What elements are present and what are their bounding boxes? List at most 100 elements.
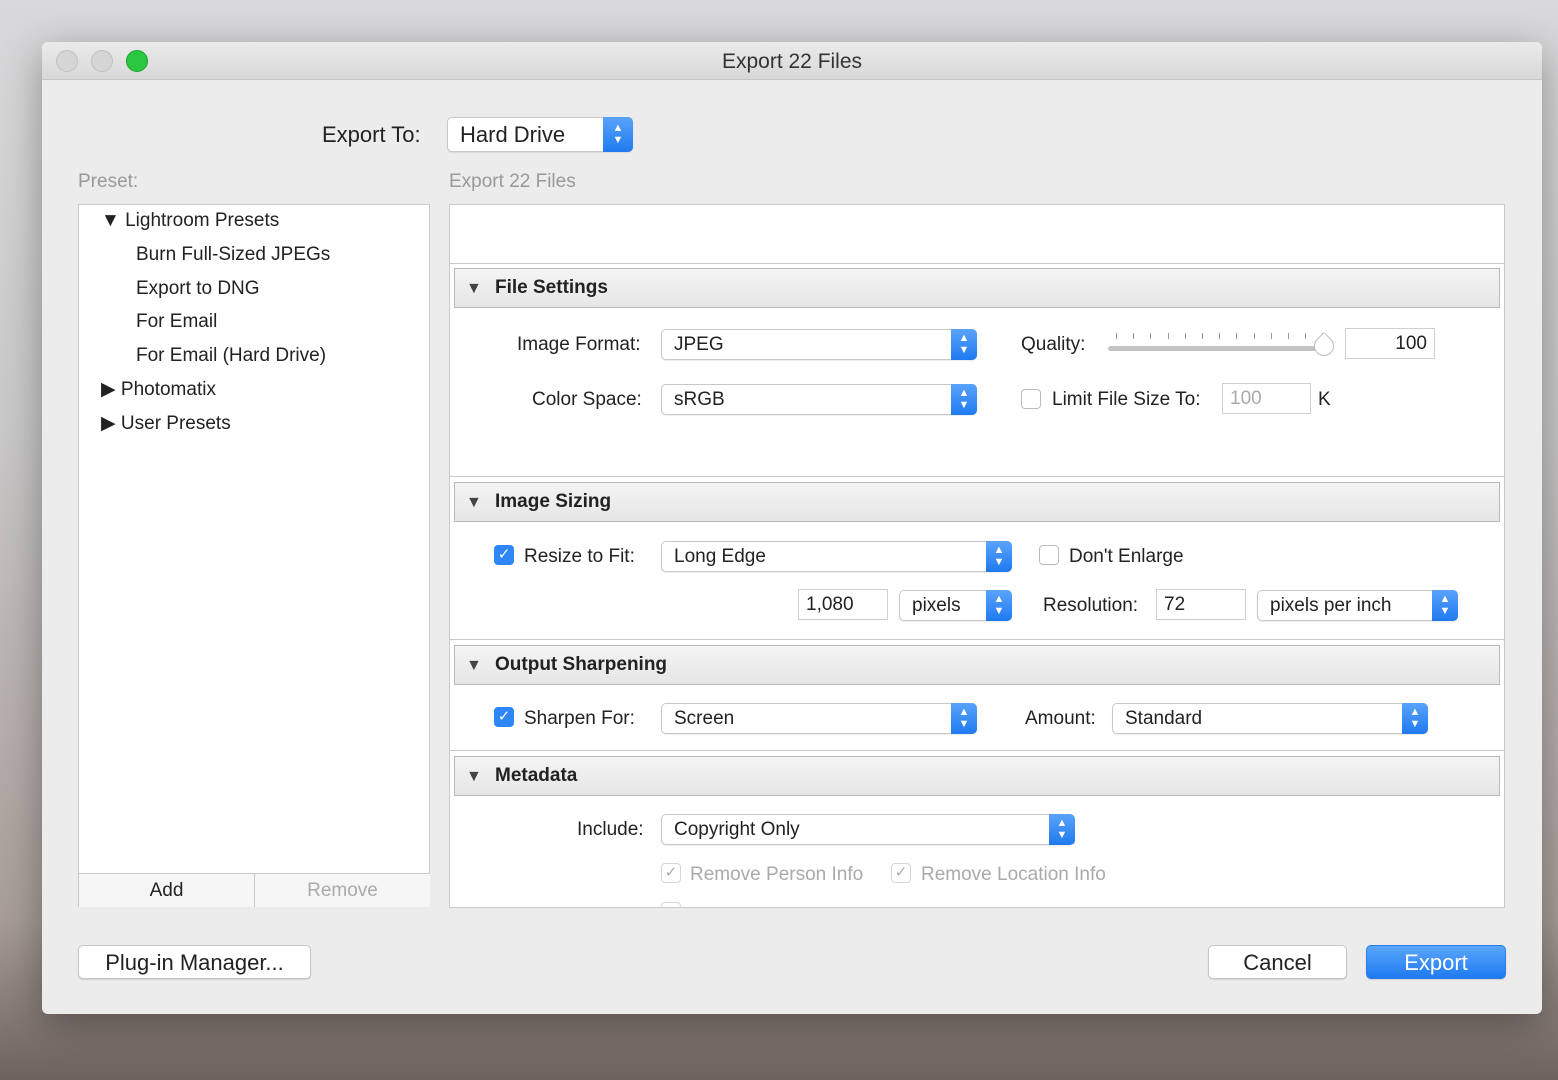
chevron-updown-icon: ▲ ▼ (1402, 703, 1428, 734)
quality-slider[interactable] (1108, 346, 1326, 351)
quality-label: Quality: (1021, 334, 1086, 355)
slider-tick (1236, 333, 1238, 339)
preset-group-label: User Presets (120, 413, 231, 434)
limit-file-size-label: Limit File Size To: (1052, 389, 1201, 410)
include-label: Include: (577, 819, 644, 840)
limit-unit: K (1318, 389, 1331, 410)
chevron-updown-icon: ▲ ▼ (951, 329, 977, 360)
dont-enlarge-checkbox[interactable] (1039, 545, 1059, 565)
preset-item[interactable]: Burn Full-Sized JPEGs (136, 244, 330, 266)
select-value: Copyright Only (674, 819, 800, 840)
include-select[interactable]: Copyright Only ▲ ▼ (661, 814, 1075, 845)
preset-item[interactable]: For Email (Hard Drive) (136, 345, 326, 367)
sharpen-for-select[interactable]: Screen ▲ ▼ (661, 703, 977, 734)
select-value: Standard (1125, 708, 1203, 729)
remove-person-checkbox[interactable]: ✓ (661, 863, 681, 883)
section-title: Metadata (495, 765, 578, 786)
amount-label: Amount: (1025, 708, 1096, 729)
chevron-updown-icon: ▲ ▼ (951, 703, 977, 734)
checkmark-icon: ✓ (497, 546, 511, 563)
dont-enlarge-label: Don't Enlarge (1069, 546, 1184, 567)
triangle-right-icon: ▶ (101, 379, 116, 400)
image-format-label: Image Format: (517, 334, 641, 355)
color-space-label: Color Space: (532, 389, 642, 410)
slider-tick (1184, 333, 1186, 339)
section-title: Image Sizing (495, 491, 612, 512)
preset-group-label: Lightroom Presets (125, 210, 280, 231)
preset-group-label: Photomatix (120, 379, 216, 400)
output-sharpening-header[interactable]: ▼ Output Sharpening (454, 645, 1500, 685)
slider-tick (1305, 333, 1307, 339)
preset-group-lightroom[interactable]: ▼ Lightroom Presets (101, 210, 279, 232)
preset-group-photomatix[interactable]: ▶ Photomatix (101, 378, 216, 401)
plugin-manager-button[interactable]: Plug-in Manager... (78, 945, 311, 979)
size-input[interactable]: 1,080 (798, 589, 888, 620)
remove-location-checkbox[interactable]: ✓ (891, 863, 911, 883)
limit-file-size-input[interactable]: 100 (1222, 383, 1311, 414)
resolution-unit-select[interactable]: pixels per inch ▲ ▼ (1257, 590, 1458, 621)
checkmark-icon: ✓ (664, 864, 678, 881)
slider-tick (1253, 333, 1255, 339)
amount-select[interactable]: Standard ▲ ▼ (1112, 703, 1428, 734)
chevron-updown-icon: ▲ ▼ (986, 541, 1012, 572)
preset-item[interactable]: For Email (136, 311, 217, 333)
select-value: Long Edge (674, 546, 766, 567)
image-sizing-header[interactable]: ▼ Image Sizing (454, 482, 1500, 522)
triangle-down-icon: ▼ (466, 768, 482, 785)
resolution-label: Resolution: (1043, 595, 1139, 616)
export-to-select[interactable]: Hard Drive ▲ ▼ (447, 117, 633, 152)
export-to-label: Export To: (322, 122, 421, 147)
resize-to-fit-label: Resize to Fit: (524, 546, 635, 567)
remove-location-label: Remove Location Info (921, 864, 1106, 885)
slider-tick (1150, 333, 1152, 339)
sharpen-for-checkbox[interactable]: ✓ (494, 707, 514, 727)
chevron-updown-icon: ▲ ▼ (986, 590, 1012, 621)
triangle-down-icon: ▼ (466, 280, 482, 297)
cancel-button[interactable]: Cancel (1208, 945, 1347, 979)
metadata-header[interactable]: ▼ Metadata (454, 756, 1500, 796)
slider-tick (1288, 333, 1289, 339)
color-space-select[interactable]: sRGB ▲ ▼ (661, 384, 977, 415)
slider-tick (1219, 333, 1221, 339)
size-unit-select[interactable]: pixels ▲ ▼ (899, 590, 1012, 621)
preset-label: Preset: (78, 171, 139, 192)
chevron-updown-icon: ▲ ▼ (1049, 814, 1075, 845)
slider-ticks (1116, 333, 1326, 341)
resolution-input[interactable]: 72 (1156, 589, 1246, 620)
resize-to-fit-checkbox[interactable]: ✓ (494, 545, 514, 565)
add-preset-button[interactable]: Add (79, 873, 255, 907)
main-heading: Export 22 Files (449, 171, 576, 192)
preset-item[interactable]: Export to DNG (136, 278, 260, 300)
slider-tick (1270, 333, 1272, 339)
chevron-updown-icon: ▲ ▼ (1432, 590, 1458, 621)
section-title: Output Sharpening (495, 654, 668, 675)
export-button[interactable]: Export (1366, 945, 1506, 979)
triangle-down-icon: ▼ (466, 657, 482, 674)
window-title: Export 22 Files (721, 50, 863, 73)
checkmark-icon: ✓ (497, 708, 511, 725)
quality-input[interactable]: 100 (1345, 328, 1435, 359)
image-format-select[interactable]: JPEG ▲ ▼ (661, 329, 977, 360)
select-value: pixels per inch (1270, 595, 1392, 616)
limit-file-size-checkbox[interactable] (1021, 389, 1041, 409)
chevron-updown-icon: ▲ ▼ (951, 384, 977, 415)
preset-panel: ▼ Lightroom Presets Burn Full-Sized JPEG… (78, 204, 430, 907)
resize-mode-select[interactable]: Long Edge ▲ ▼ (661, 541, 1012, 572)
remove-preset-button[interactable]: Remove (255, 873, 430, 907)
select-value: pixels (912, 595, 961, 616)
section-title: File Settings (495, 277, 608, 298)
file-settings-header[interactable]: ▼ File Settings (454, 268, 1500, 308)
checkmark-icon: ✓ (894, 864, 908, 881)
select-value: sRGB (674, 389, 725, 410)
slider-tick (1116, 333, 1117, 339)
slider-tick (1167, 333, 1169, 339)
export-to-value: Hard Drive (460, 122, 566, 147)
chevron-updown-icon: ▲ ▼ (603, 117, 633, 152)
sharpen-for-label: Sharpen For: (524, 708, 635, 729)
title-bar: Export 22 Files (42, 42, 1542, 80)
slider-tick (1202, 333, 1203, 339)
triangle-down-icon: ▼ (466, 494, 482, 511)
preset-group-user[interactable]: ▶ User Presets (101, 412, 231, 435)
select-value: Screen (674, 708, 735, 729)
remove-person-label: Remove Person Info (690, 864, 864, 885)
